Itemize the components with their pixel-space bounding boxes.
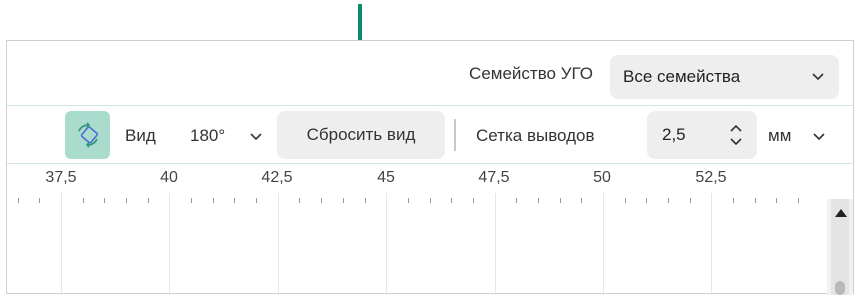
- row-divider: [7, 163, 853, 164]
- ruler-tick: [39, 198, 40, 203]
- family-select[interactable]: Все семейства: [610, 55, 839, 99]
- view-angle-select[interactable]: 180°: [190, 126, 225, 146]
- ruler-tick: [299, 198, 300, 203]
- ruler-label: 47,5: [478, 169, 510, 186]
- ruler-tick: [668, 198, 669, 203]
- ruler-tick: [560, 198, 561, 203]
- ruler-tick: [83, 198, 84, 203]
- ruler-tick: [104, 198, 105, 203]
- rotate-icon: [77, 122, 98, 148]
- chevron-down-icon[interactable]: [812, 127, 826, 147]
- ruler-label: 40: [160, 169, 178, 186]
- ruler-tick: [343, 198, 344, 203]
- ruler-tick: [538, 198, 539, 203]
- ruler-tick: [213, 198, 214, 203]
- ruler: 37,5 40 42,5 45 47,5 50 52,5: [7, 165, 822, 295]
- toolbar-separator: [454, 119, 456, 151]
- view-label: Вид: [125, 126, 156, 145]
- family-label: Семейство УГО: [469, 64, 593, 83]
- family-select-value: Все семейства: [623, 67, 741, 86]
- ruler-label: 52,5: [695, 169, 727, 186]
- vertical-scrollbar[interactable]: [827, 199, 853, 295]
- grid-line: [495, 193, 496, 295]
- ruler-tick: [776, 198, 777, 203]
- ruler-tick: [256, 198, 257, 203]
- ruler-tick: [148, 198, 149, 203]
- rotate-button[interactable]: [65, 111, 110, 159]
- ruler-tick: [516, 198, 517, 203]
- ruler-tick: [234, 198, 235, 203]
- chevron-down-icon: [812, 73, 824, 81]
- ruler-tick: [365, 198, 366, 203]
- pin-grid-label: Сетка выводов: [476, 126, 595, 145]
- ruler-tick: [451, 198, 452, 203]
- scroll-thumb[interactable]: [835, 281, 845, 295]
- ruler-tick: [733, 198, 734, 203]
- ruler-tick: [321, 198, 322, 203]
- grid-line: [711, 193, 712, 295]
- scroll-up-arrow-icon[interactable]: [835, 209, 847, 217]
- grid-line: [169, 193, 170, 295]
- ruler-tick: [126, 198, 127, 203]
- reset-view-button[interactable]: Сбросить вид: [277, 111, 445, 159]
- panel-frame: Семейство УГО Все семейства Вид 180° Сбр…: [6, 40, 854, 295]
- ruler-tick: [430, 198, 431, 203]
- grid-line: [278, 193, 279, 295]
- pin-grid-stepper[interactable]: 2,5: [647, 111, 757, 159]
- grid-line: [386, 193, 387, 295]
- ruler-tick: [798, 198, 799, 203]
- ruler-tick: [581, 198, 582, 203]
- ruler-label: 42,5: [261, 169, 293, 186]
- ruler-label: 37,5: [45, 169, 77, 186]
- ruler-tick: [625, 198, 626, 203]
- pin-grid-value: 2,5: [662, 125, 686, 144]
- ruler-label: 45: [377, 169, 395, 186]
- grid-line: [603, 193, 604, 295]
- ruler-tick: [191, 198, 192, 203]
- ruler-tick: [646, 198, 647, 203]
- stepper-arrows-icon[interactable]: [729, 121, 743, 149]
- ruler-tick: [755, 198, 756, 203]
- chevron-down-icon[interactable]: [249, 127, 263, 147]
- ruler-label: 50: [593, 169, 611, 186]
- ruler-tick: [690, 198, 691, 203]
- unit-select[interactable]: мм: [768, 126, 791, 146]
- ruler-tick: [408, 198, 409, 203]
- ruler-tick: [18, 198, 19, 203]
- ruler-tick: [473, 198, 474, 203]
- row-divider: [7, 105, 853, 106]
- grid-line: [61, 193, 62, 295]
